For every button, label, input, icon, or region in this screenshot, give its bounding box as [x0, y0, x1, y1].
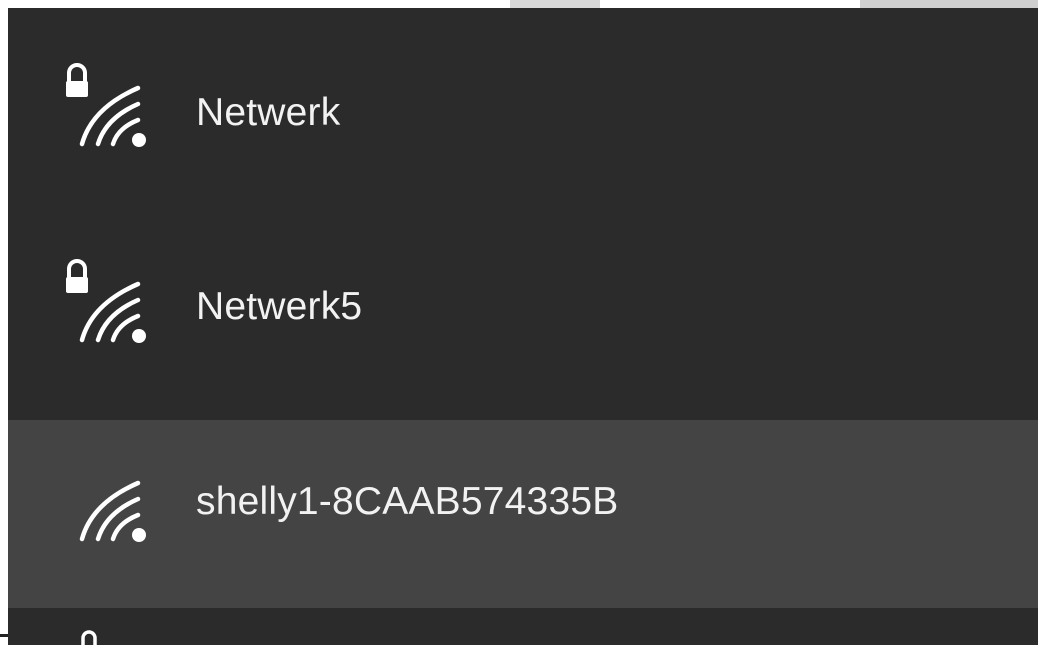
lock-icon [66, 259, 88, 293]
screenshot-frame: Netwerk Netwerk5 shelly1-8CAAB574335B [0, 0, 1038, 645]
window-left-edge [0, 0, 8, 645]
network-name: Netwerk5 [196, 285, 363, 328]
top-edge-segment [510, 0, 600, 8]
network-item-netwerk5[interactable]: Netwerk5 [8, 213, 1038, 420]
top-edge-segment [860, 0, 1038, 8]
network-item-shelly1[interactable]: shelly1-8CAAB574335B [8, 420, 1038, 608]
window-top-edge [0, 0, 1038, 8]
lock-icon [81, 630, 97, 645]
network-name: Netwerk [196, 91, 341, 134]
wifi-secured-icon [66, 259, 146, 343]
network-name: shelly1-8CAAB574335B [196, 480, 619, 523]
wifi-open-icon [79, 480, 146, 542]
lock-icon [66, 63, 88, 97]
wifi-network-list: Netwerk Netwerk5 shelly1-8CAAB574335B [8, 8, 1038, 645]
edge-mark [0, 634, 8, 637]
network-item-netwerk[interactable]: Netwerk [8, 8, 1038, 213]
wifi-secured-icon [66, 63, 146, 147]
